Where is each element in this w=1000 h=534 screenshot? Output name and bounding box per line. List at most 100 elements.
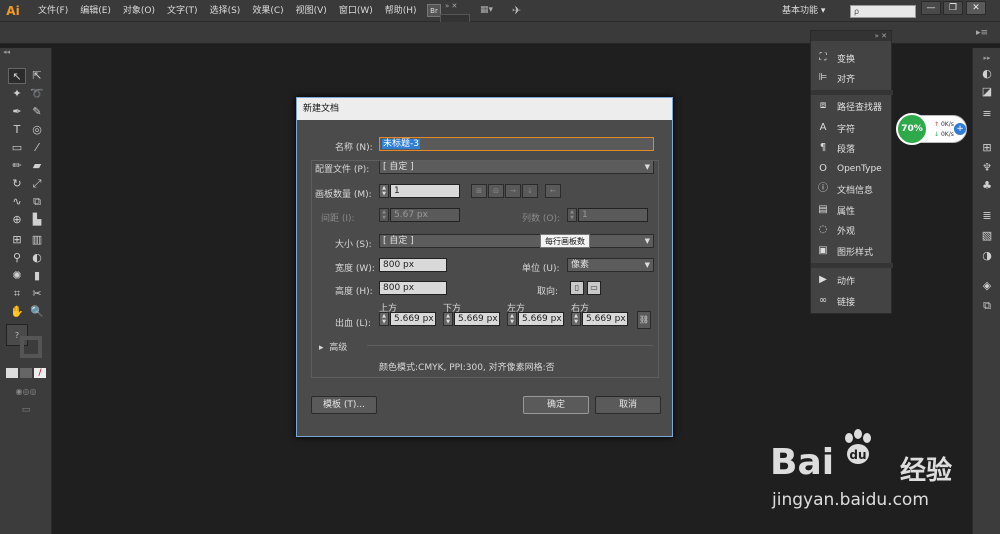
columns-input[interactable]: 1: [578, 208, 648, 222]
restore-button[interactable]: ❐: [943, 1, 963, 15]
spiral-tool-icon[interactable]: ◎: [28, 122, 46, 138]
advanced-toggle[interactable]: ▸ 高级: [319, 340, 347, 353]
spacing-stepper-icon[interactable]: ▲ ▼: [379, 208, 389, 222]
minimize-button[interactable]: —: [921, 1, 941, 15]
link-bleed-icon[interactable]: ⛓: [637, 311, 651, 329]
arrange-by-column-icon[interactable]: ↓: [522, 184, 538, 198]
pen-tool-icon[interactable]: ✒: [8, 104, 26, 120]
arrange-by-row-icon[interactable]: →: [505, 184, 521, 198]
width-input[interactable]: 800 px: [379, 258, 447, 272]
bleed-bottom-input[interactable]: 5.669 px: [454, 312, 500, 326]
scale-tool-icon[interactable]: ⤢: [28, 176, 46, 192]
rtl-layout-icon[interactable]: ←: [545, 184, 561, 198]
hand-tool-icon[interactable]: ✋: [8, 304, 26, 320]
paintbrush-tool-icon[interactable]: ⁄: [28, 140, 46, 156]
bleed-left-stepper-icon[interactable]: ▲ ▼: [507, 312, 517, 326]
panel-item-actions[interactable]: ▶ 动作: [817, 271, 891, 289]
cancel-button[interactable]: 取消: [595, 396, 661, 414]
bleed-bottom-stepper-icon[interactable]: ▲ ▼: [443, 312, 453, 326]
zoom-tool-icon[interactable]: 🔍: [28, 304, 46, 320]
panel-item-opentype[interactable]: O OpenType: [817, 160, 891, 178]
units-dropdown[interactable]: 像素 ▼: [567, 258, 654, 272]
height-input[interactable]: 800 px: [379, 281, 447, 295]
network-speed-widget[interactable]: 70% ↑ 0K/s ↓ 0K/s +: [896, 113, 967, 145]
panel-item-attributes[interactable]: ▤ 属性: [817, 201, 891, 219]
gradient-panel-icon[interactable]: ▧: [979, 228, 995, 244]
panel-item-align[interactable]: ⊫ 对齐: [817, 69, 891, 87]
panel-item-appearance[interactable]: ◌ 外观: [817, 221, 891, 239]
slice-tool-icon[interactable]: ✂: [28, 286, 46, 302]
rotate-tool-icon[interactable]: ↻: [8, 176, 26, 192]
blend-tool-icon[interactable]: ◐: [28, 250, 46, 266]
eraser-tool-icon[interactable]: ▰: [28, 158, 46, 174]
templates-button[interactable]: 模板 (T)...: [311, 396, 377, 414]
stroke-swatch-icon[interactable]: [20, 336, 42, 358]
grid-by-column-icon[interactable]: ⊟: [488, 184, 504, 198]
search-input[interactable]: ρ: [850, 5, 916, 18]
panel-item-transform[interactable]: ⛶ 变换: [817, 49, 891, 67]
menu-select[interactable]: 选择(S): [204, 0, 247, 22]
artboards-stepper-icon[interactable]: ▲ ▼: [379, 184, 389, 198]
close-button[interactable]: ✕: [966, 1, 986, 15]
panel-item-character[interactable]: A 字符: [817, 119, 891, 137]
perspective-grid-tool-icon[interactable]: ▙: [28, 212, 46, 228]
swatches-panel-icon[interactable]: ⊞: [979, 140, 995, 156]
shape-builder-tool-icon[interactable]: ⊕: [8, 212, 26, 228]
selection-tool-icon[interactable]: ↖: [8, 68, 26, 84]
menu-object[interactable]: 对象(O): [117, 0, 161, 22]
symbols-panel-icon[interactable]: ♣: [979, 178, 995, 194]
spacing-input[interactable]: 5.67 px: [390, 208, 460, 222]
artboard-tool-icon[interactable]: ⌗: [8, 286, 26, 302]
menu-help[interactable]: 帮助(H): [379, 0, 423, 22]
pencil-tool-icon[interactable]: ✏: [8, 158, 26, 174]
direct-selection-tool-icon[interactable]: ⇱: [28, 68, 46, 84]
stroke-panel-icon[interactable]: ≡: [979, 106, 995, 122]
drawing-modes-icon[interactable]: ◉◎◎: [6, 386, 46, 398]
menu-effect[interactable]: 效果(C): [246, 0, 289, 22]
bleed-right-stepper-icon[interactable]: ▲ ▼: [571, 312, 581, 326]
color-guide-icon[interactable]: ◪: [979, 84, 995, 100]
rectangle-tool-icon[interactable]: ▭: [8, 140, 26, 156]
panel-item-paragraph[interactable]: ¶ 段落: [817, 139, 891, 157]
panel-item-links[interactable]: ∞ 链接: [817, 292, 891, 310]
bleed-top-input[interactable]: 5.669 px: [390, 312, 436, 326]
size-dropdown[interactable]: [ 自定 ] ▼: [379, 234, 654, 248]
lasso-tool-icon[interactable]: ➰: [28, 86, 46, 102]
columns-stepper-icon[interactable]: ▲ ▼: [567, 208, 577, 222]
eyedropper-tool-icon[interactable]: ⚲: [8, 250, 26, 266]
panel-collapse-close-icon[interactable]: » ✕: [811, 31, 891, 41]
panel-menu-icon[interactable]: ▸≡: [976, 28, 988, 38]
warp-tool-icon[interactable]: ∿: [8, 194, 26, 210]
stroke-weight-icon[interactable]: ≣: [979, 208, 995, 224]
layers-panel-icon[interactable]: ◈: [979, 278, 995, 294]
bleed-top-stepper-icon[interactable]: ▲ ▼: [379, 312, 389, 326]
menu-window[interactable]: 窗口(W): [333, 0, 379, 22]
color-panel-icon[interactable]: ◐: [979, 66, 995, 82]
send-icon[interactable]: ✈: [512, 4, 521, 17]
transparency-panel-icon[interactable]: ◑: [979, 248, 995, 264]
grid-by-row-icon[interactable]: ⊞: [471, 184, 487, 198]
speed-plus-icon[interactable]: +: [954, 123, 966, 135]
menu-edit[interactable]: 编辑(E): [74, 0, 117, 22]
workspace-switcher[interactable]: 基本功能 ▾: [782, 0, 825, 22]
magic-wand-tool-icon[interactable]: ✦: [8, 86, 26, 102]
portrait-icon[interactable]: ▯: [570, 281, 584, 295]
fill-stroke-swatches[interactable]: ?: [6, 324, 44, 358]
menu-type[interactable]: 文字(T): [161, 0, 204, 22]
panel-item-graphic-styles[interactable]: ▣ 图形样式: [817, 242, 891, 260]
landscape-icon[interactable]: ▭: [587, 281, 601, 295]
color-mode-icon[interactable]: [6, 368, 18, 378]
symbol-sprayer-tool-icon[interactable]: ✺: [8, 268, 26, 284]
brushes-panel-icon[interactable]: ♆: [979, 160, 995, 176]
gradient-tool-icon[interactable]: ▥: [28, 232, 46, 248]
bridge-button[interactable]: Br: [427, 4, 441, 17]
graph-tool-icon[interactable]: ▮: [28, 268, 46, 284]
menu-view[interactable]: 视图(V): [290, 0, 333, 22]
name-input[interactable]: 未标题-3: [379, 137, 654, 151]
artboards-input[interactable]: 1: [390, 184, 460, 198]
strip-expand-icon[interactable]: ▸▸: [979, 50, 995, 66]
panel-item-doc-info[interactable]: ⓘ 文档信息: [817, 180, 891, 198]
none-mode-icon[interactable]: /: [34, 368, 46, 378]
type-tool-icon[interactable]: T: [8, 122, 26, 138]
curvature-tool-icon[interactable]: ✎: [28, 104, 46, 120]
